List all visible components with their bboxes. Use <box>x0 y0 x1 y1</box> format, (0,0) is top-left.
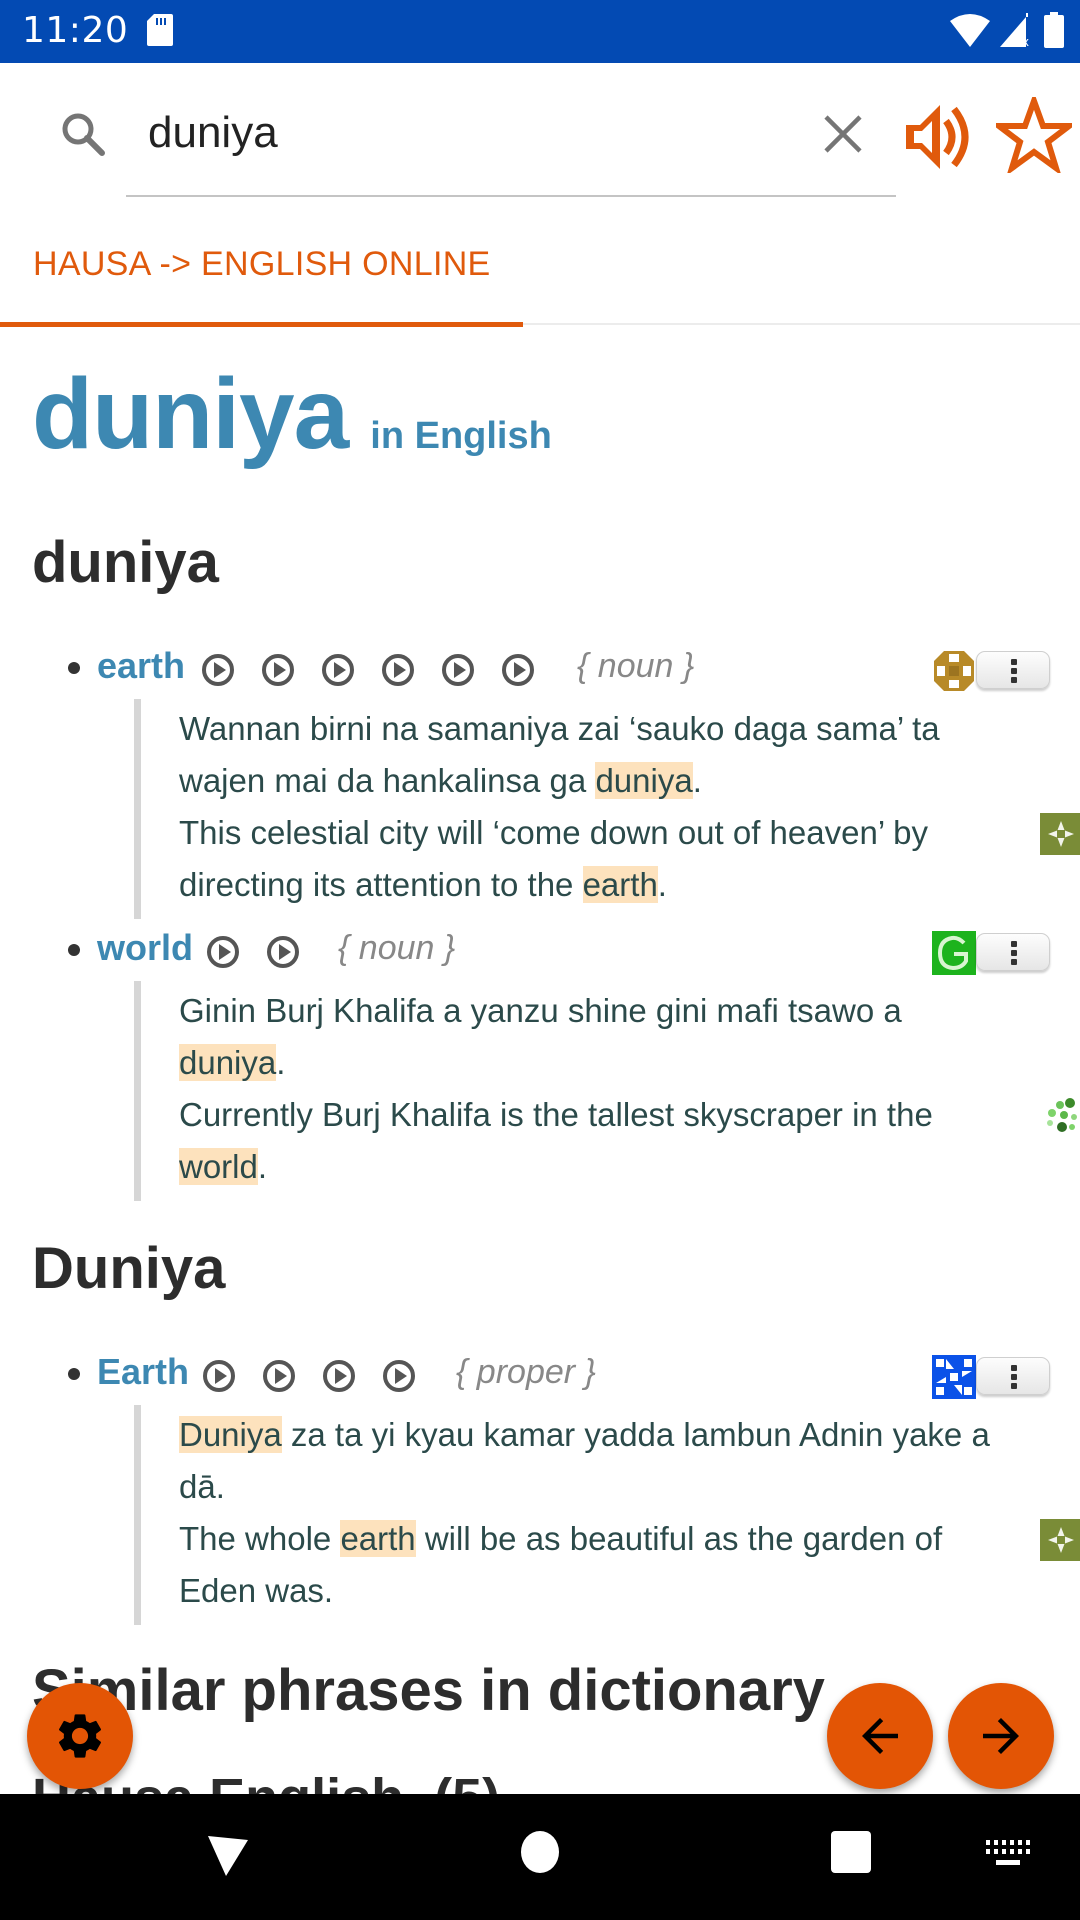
close-icon[interactable] <box>820 111 866 157</box>
part-of-speech: { proper } <box>456 1353 596 1391</box>
settings-button[interactable] <box>27 1683 133 1789</box>
search-input[interactable] <box>148 103 788 163</box>
play-audio-icon[interactable] <box>202 1359 236 1393</box>
star-icon[interactable] <box>996 97 1072 173</box>
title-subtitle: in English <box>370 415 552 457</box>
translation-entry: Earth { proper } Duniya za ta yi kyau ka… <box>0 1345 1080 1625</box>
example-translation: Currently Burj Khalifa is the tallest sk… <box>179 1089 1080 1193</box>
part-of-speech: { noun } <box>338 929 456 967</box>
example-translation: The whole earth will be as beautiful as … <box>179 1513 1080 1617</box>
more-options-button[interactable] <box>976 933 1050 971</box>
example-source: Wannan birni na samaniya zai ‘sauko daga… <box>179 710 940 799</box>
translation-term[interactable]: earth <box>97 645 185 687</box>
example-block: Wannan birni na samaniya zai ‘sauko daga… <box>134 699 1080 919</box>
search-header <box>0 63 1080 203</box>
sd-card-icon <box>147 14 173 46</box>
example-block: Ginin Burj Khalifa a yanzu shine gini ma… <box>134 981 1080 1201</box>
system-nav-bar <box>0 1794 1080 1920</box>
audio-buttons <box>202 1359 416 1393</box>
blue-pattern-icon <box>932 1355 976 1399</box>
play-audio-icon[interactable] <box>381 653 415 687</box>
play-audio-icon[interactable] <box>321 653 355 687</box>
search-icon <box>62 113 105 156</box>
translation-entry: earth { noun } Wannan birni na samaniya … <box>0 639 1080 919</box>
back-button[interactable] <box>827 1683 933 1789</box>
play-audio-icon[interactable] <box>266 935 300 969</box>
status-bar: 11:20 x <box>0 0 1080 63</box>
part-of-speech: { noun } <box>577 647 695 685</box>
signal-icon: x <box>1000 13 1029 47</box>
example-block: Duniya za ta yi kyau kamar yadda lambun … <box>134 1405 1080 1625</box>
play-audio-icon[interactable] <box>441 653 475 687</box>
play-audio-icon[interactable] <box>501 653 535 687</box>
status-time: 11:20 <box>22 10 129 51</box>
home-circle-icon[interactable] <box>520 1830 560 1874</box>
audio-buttons <box>206 935 300 969</box>
tab-hausa-english-online[interactable]: HAUSA -> ENGLISH ONLINE <box>0 203 523 327</box>
more-options-button[interactable] <box>976 1357 1050 1395</box>
recents-square-icon[interactable] <box>830 1830 872 1874</box>
arrow-right-icon <box>983 1718 1019 1754</box>
play-audio-icon[interactable] <box>206 935 240 969</box>
highlight: duniya <box>595 762 693 799</box>
example-source: Ginin Burj Khalifa a yanzu shine gini ma… <box>179 992 902 1081</box>
translation-term[interactable]: Earth <box>97 1351 189 1393</box>
speaker-icon[interactable] <box>902 99 978 175</box>
green-g-icon <box>932 931 976 975</box>
highlight: Duniya <box>179 1416 282 1453</box>
gear-icon <box>58 1714 102 1758</box>
tab-bar: HAUSA -> ENGLISH ONLINE <box>0 203 1080 327</box>
similar-phrases-heading: Similar phrases in dictionary <box>32 1658 825 1723</box>
quilt-octagon-icon <box>934 651 974 691</box>
forward-button[interactable] <box>948 1683 1054 1789</box>
more-options-button[interactable] <box>976 651 1050 689</box>
wifi-icon <box>950 14 990 47</box>
translation-entry: world { noun } Ginin Burj Khalifa a yanz… <box>0 921 1080 1201</box>
dictionary-content[interactable]: duniya in English duniya earth { noun } W… <box>0 327 1080 1794</box>
green-star-quilt-icon <box>1040 813 1080 855</box>
svg-text:x: x <box>1022 35 1029 47</box>
example-translation: This celestial city will ‘come down out … <box>179 807 1080 911</box>
bullet <box>68 1368 80 1380</box>
more-vert-icon <box>1011 1365 1017 1389</box>
bullet <box>68 944 80 956</box>
page-title: duniya in English <box>32 357 552 472</box>
green-star-quilt-icon <box>1040 1519 1080 1561</box>
battery-icon <box>1044 12 1064 48</box>
highlight: earth <box>340 1520 416 1557</box>
highlight: earth <box>582 866 658 903</box>
example-source: Duniya za ta yi kyau kamar yadda lambun … <box>179 1416 990 1505</box>
title-word: duniya <box>32 358 349 470</box>
tab-label: HAUSA -> ENGLISH ONLINE <box>33 245 491 283</box>
audio-buttons <box>201 653 535 687</box>
more-vert-icon <box>1011 659 1017 683</box>
section-heading: Duniya <box>32 1236 226 1301</box>
arrow-left-icon <box>862 1718 898 1754</box>
play-audio-icon[interactable] <box>262 1359 296 1393</box>
play-audio-icon[interactable] <box>201 653 235 687</box>
more-vert-icon <box>1011 941 1017 965</box>
section-heading: duniya <box>32 530 219 595</box>
highlight: world <box>179 1148 258 1185</box>
keyboard-icon[interactable] <box>986 1840 1030 1868</box>
translation-term[interactable]: world <box>97 927 193 969</box>
play-audio-icon[interactable] <box>261 653 295 687</box>
play-audio-icon[interactable] <box>382 1359 416 1393</box>
status-icons: x <box>950 12 1064 48</box>
search-underline <box>126 195 896 197</box>
play-audio-icon[interactable] <box>322 1359 356 1393</box>
bullet <box>68 662 80 674</box>
highlight: duniya <box>179 1044 277 1081</box>
green-dots-icon <box>1047 1098 1077 1132</box>
back-triangle-icon[interactable] <box>206 1834 250 1878</box>
